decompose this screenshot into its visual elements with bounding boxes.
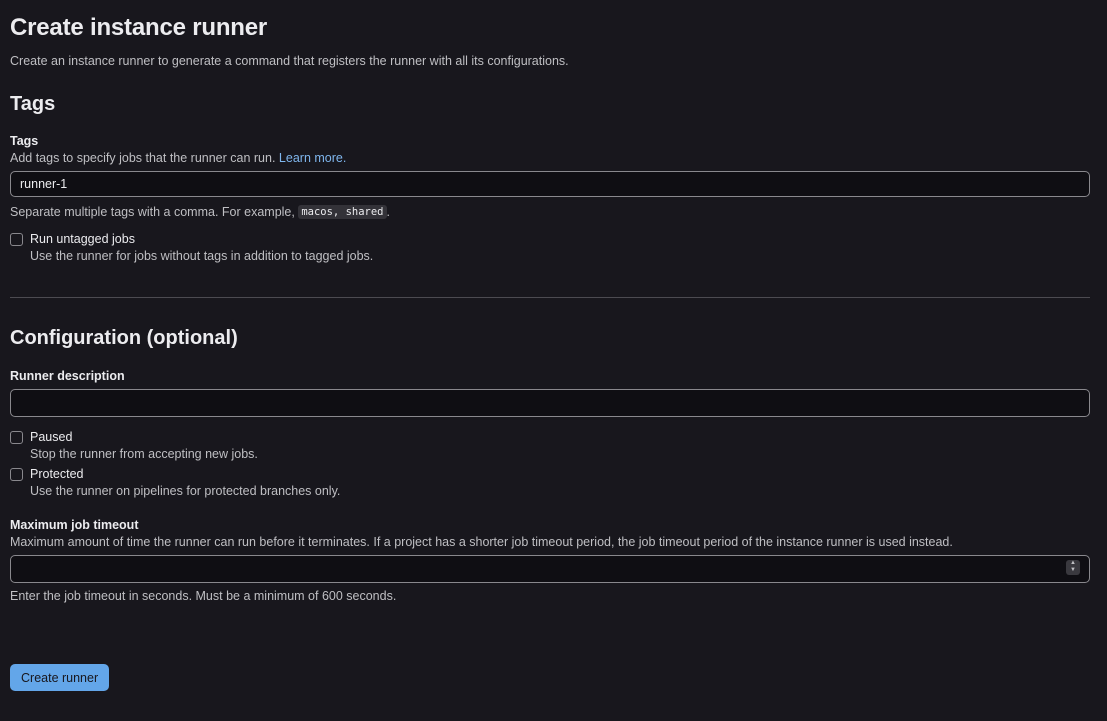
configuration-section-heading: Configuration (optional) [10,327,238,349]
max-timeout-input[interactable] [10,555,1090,583]
runner-description-input[interactable] [10,389,1090,417]
create-runner-button[interactable]: Create runner [10,664,110,691]
tags-help-suffix: . [386,205,390,219]
paused-label[interactable]: Paused [30,430,72,444]
runner-description-label: Runner description [10,369,125,383]
learn-more-link[interactable]: Learn more. [279,151,346,165]
chevron-up-icon[interactable]: ▲ [1066,560,1080,567]
max-timeout-label: Maximum job timeout [10,518,139,532]
tags-example-code: macos, shared [298,205,387,219]
tags-section-heading: Tags [10,93,56,115]
section-divider [10,297,1090,298]
protected-checkbox[interactable] [10,468,23,481]
max-timeout-help: Enter the job timeout in seconds. Must b… [10,589,397,603]
run-untagged-label[interactable]: Run untagged jobs [30,232,135,246]
tags-field-description-text: Add tags to specify jobs that the runner… [10,151,279,165]
tags-help-text: Separate multiple tags with a comma. For… [10,205,390,219]
create-runner-page: Create instance runner Create an instanc… [0,0,1107,721]
max-timeout-field: ▲ ▼ [10,555,1090,583]
protected-help: Use the runner on pipelines for protecte… [30,484,341,498]
tags-help-prefix: Separate multiple tags with a comma. For… [10,205,299,219]
paused-help: Stop the runner from accepting new jobs. [30,447,258,461]
run-untagged-help: Use the runner for jobs without tags in … [30,249,374,263]
protected-label[interactable]: Protected [30,467,84,481]
page-title: Create instance runner [10,14,268,41]
max-timeout-description: Maximum amount of time the runner can ru… [10,535,953,549]
run-untagged-checkbox[interactable] [10,233,23,246]
paused-checkbox[interactable] [10,431,23,444]
page-description: Create an instance runner to generate a … [10,54,569,68]
tags-field-description: Add tags to specify jobs that the runner… [10,151,346,165]
tags-field-label: Tags [10,134,39,148]
chevron-down-icon[interactable]: ▼ [1066,567,1080,574]
tags-input[interactable] [10,171,1090,197]
number-stepper[interactable]: ▲ ▼ [1066,560,1080,575]
